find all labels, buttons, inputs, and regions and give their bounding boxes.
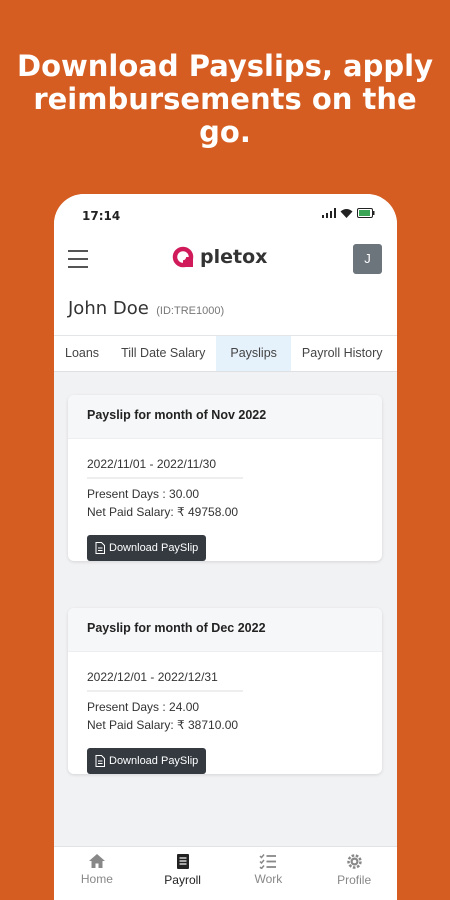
download-payslip-label: Download PaySlip	[109, 542, 199, 554]
tab-till-date-salary[interactable]: Till Date Salary	[110, 336, 216, 371]
file-icon	[95, 542, 105, 554]
user-header: John Doe (ID:TRE1000)	[54, 284, 397, 336]
headline-line-3: go.	[199, 115, 251, 149]
nav-work-label: Work	[254, 872, 283, 886]
brand-name: pletox	[200, 246, 268, 268]
menu-icon[interactable]	[68, 250, 88, 268]
user-id: (ID:TRE1000)	[156, 305, 225, 317]
bottom-nav: Home Payroll Work Profile	[54, 846, 397, 900]
download-payslip-button[interactable]: Download PaySlip	[87, 535, 207, 561]
pletox-logo-icon	[172, 246, 194, 268]
headline-line-1: Download Payslips, apply	[17, 49, 433, 83]
home-icon	[88, 854, 105, 868]
wifi-icon	[340, 209, 353, 218]
nav-home-label: Home	[80, 872, 113, 886]
tab-payslips[interactable]: Payslips	[216, 336, 291, 371]
avatar[interactable]: J	[353, 244, 382, 274]
payslip-period: 2022/11/01 - 2022/11/30	[87, 457, 243, 479]
payslip-period: 2022/12/01 - 2022/12/31	[87, 670, 243, 692]
nav-payroll-label: Payroll	[164, 873, 201, 887]
brand-logo: pletox	[172, 246, 267, 268]
present-days: Present Days : 24.00	[87, 700, 200, 714]
nav-home[interactable]: Home	[54, 847, 140, 900]
net-paid-salary: Net Paid Salary: ₹ 49758.00	[87, 505, 239, 519]
payslip-card: Payslip for month of Dec 2022 2022/12/01…	[68, 608, 382, 774]
phone-screen: 17:14 pletox J John Doe (ID:TRE1000) Loa…	[54, 194, 397, 900]
tab-bar: Loans Till Date Salary Payslips Payroll …	[54, 336, 397, 372]
present-days: Present Days : 30.00	[87, 487, 200, 501]
download-payslip-button[interactable]: Download PaySlip	[87, 748, 207, 774]
checklist-icon	[259, 854, 277, 869]
file-icon	[95, 755, 105, 767]
status-icons	[322, 208, 375, 218]
status-time: 17:14	[82, 209, 121, 223]
payslip-title: Payslip for month of Nov 2022	[68, 395, 382, 439]
nav-payroll[interactable]: Payroll	[140, 847, 226, 900]
nav-profile-label: Profile	[337, 873, 372, 887]
app-bar: pletox J	[54, 236, 397, 284]
headline-line-2: reimbursements on the	[33, 82, 417, 116]
tab-loans[interactable]: Loans	[54, 336, 110, 371]
signal-icon	[322, 208, 336, 218]
net-paid-salary: Net Paid Salary: ₹ 38710.00	[87, 718, 239, 732]
status-bar: 17:14	[54, 194, 397, 236]
battery-icon	[357, 208, 375, 218]
gear-icon	[346, 854, 362, 869]
payslip-card: Payslip for month of Nov 2022 2022/11/01…	[68, 395, 382, 561]
headline: Download Payslips, apply reimbursements …	[0, 50, 450, 149]
nav-profile[interactable]: Profile	[311, 847, 397, 900]
user-name: John Doe	[68, 298, 149, 319]
nav-work[interactable]: Work	[226, 847, 312, 900]
download-payslip-label: Download PaySlip	[109, 755, 199, 767]
payslip-title: Payslip for month of Dec 2022	[68, 608, 382, 652]
tab-payroll-history[interactable]: Payroll History	[291, 336, 394, 371]
document-icon	[176, 854, 189, 869]
